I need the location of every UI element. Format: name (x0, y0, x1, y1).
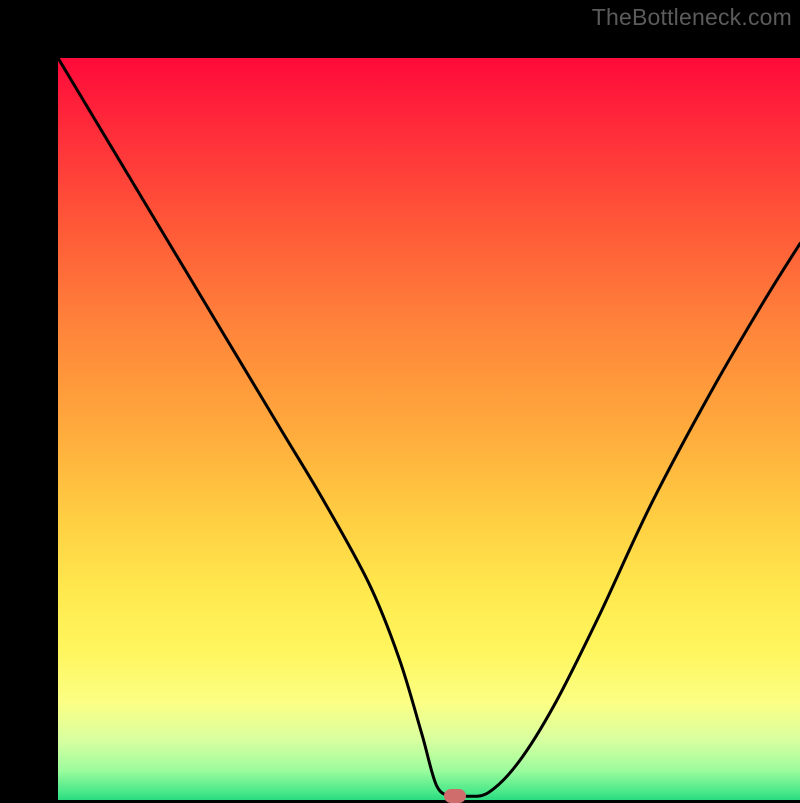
chart-frame (0, 0, 800, 800)
watermark-text: TheBottleneck.com (592, 4, 792, 31)
bottleneck-curve (58, 58, 800, 800)
optimum-marker (444, 789, 466, 803)
chart-plot-area (58, 58, 800, 800)
